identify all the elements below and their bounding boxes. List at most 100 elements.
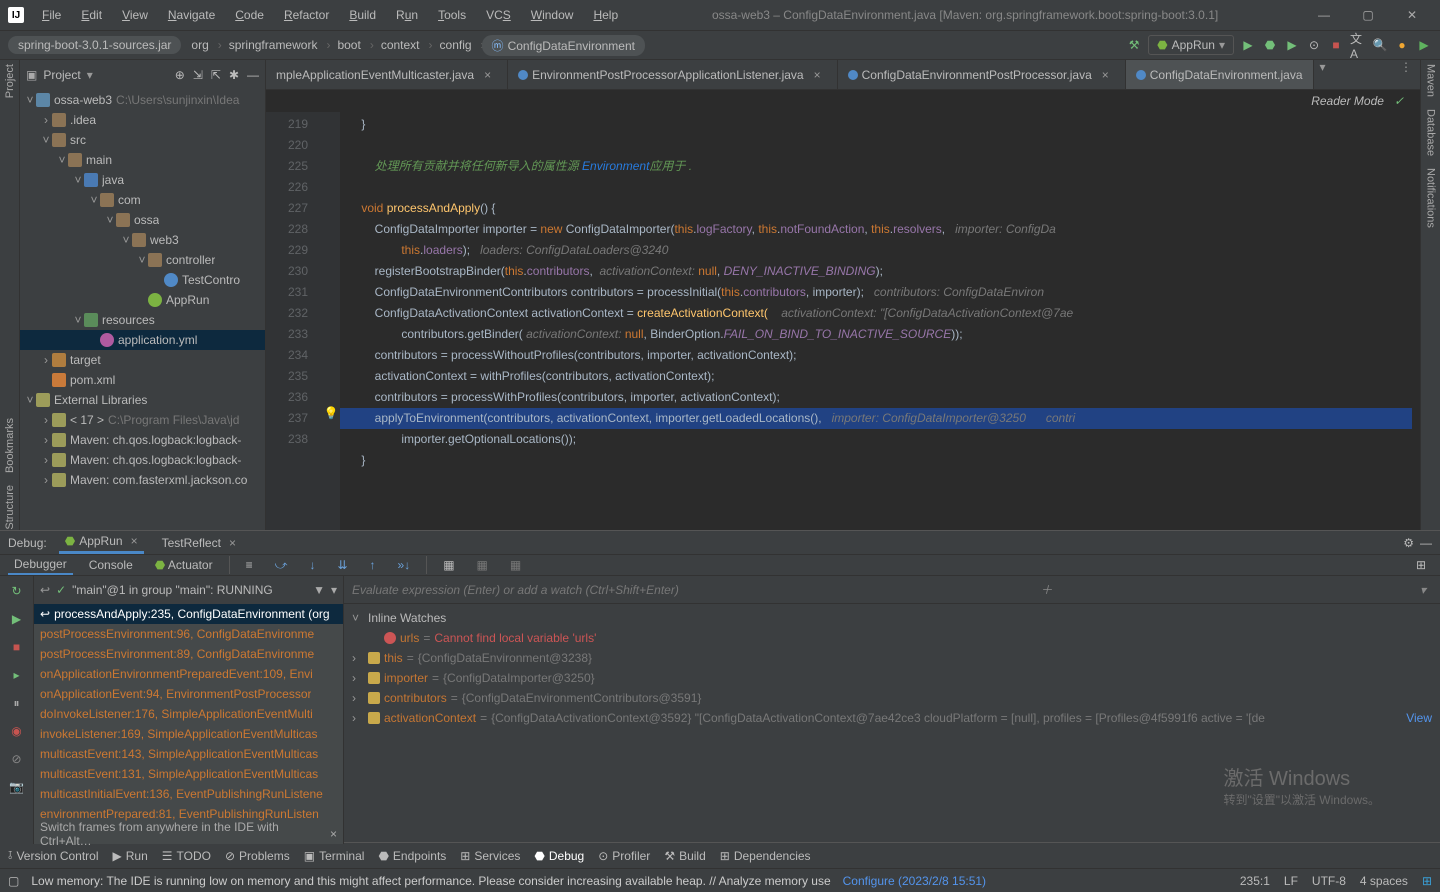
tree-resources[interactable]: ˅resources	[20, 310, 265, 330]
filter-icon[interactable]: ▼	[313, 583, 325, 597]
debug-icon[interactable]: ⬣	[1262, 37, 1278, 53]
menu-build[interactable]: Build	[341, 4, 384, 26]
camera-icon[interactable]: 📷	[8, 778, 26, 796]
ai-icon[interactable]: ●	[1394, 37, 1410, 53]
run-config-select[interactable]: ⬣AppRun▾	[1148, 35, 1234, 55]
chevron-down-icon[interactable]: ▾	[1414, 583, 1432, 597]
breadcrumb-config[interactable]: config	[430, 36, 482, 54]
tree-controller[interactable]: ˅controller	[20, 250, 265, 270]
stop-icon[interactable]: ■	[1328, 37, 1344, 53]
var-urls[interactable]: urls = Cannot find local variable 'urls'	[352, 628, 1432, 648]
stop-icon[interactable]: ■	[8, 638, 26, 656]
frame-row[interactable]: multicastEvent:143, SimpleApplicationEve…	[34, 744, 343, 764]
evaluate-input[interactable]: Evaluate expression (Enter) or add a wat…	[344, 576, 1440, 604]
tree-idea[interactable]: ›.idea	[20, 110, 265, 130]
project-title[interactable]: Project	[43, 68, 80, 82]
run-icon[interactable]: ▶	[1240, 37, 1256, 53]
rerun-icon[interactable]: ↻	[8, 582, 26, 600]
var-activation-context[interactable]: › activationContext = {ConfigDataActivat…	[352, 708, 1432, 728]
tree-main[interactable]: ˅main	[20, 150, 265, 170]
thread-label[interactable]: "main"@1 in group "main": RUNNING	[72, 583, 307, 597]
close-icon[interactable]: ×	[808, 68, 827, 82]
tree-apprun[interactable]: AppRun	[20, 290, 265, 310]
maximize-button[interactable]: ▢	[1348, 0, 1388, 30]
frame-row[interactable]: onApplicationEvent:94, EnvironmentPostPr…	[34, 684, 343, 704]
var-contributors[interactable]: › contributors = {ConfigDataEnvironmentC…	[352, 688, 1432, 708]
view-breakpoints-icon[interactable]: ◉	[8, 722, 26, 740]
close-icon[interactable]: ×	[478, 68, 497, 82]
layout-icon[interactable]: ⊞	[1410, 556, 1432, 574]
tree-m3[interactable]: ›Maven: com.fasterxml.jackson.co	[20, 470, 265, 490]
tree-jdk[interactable]: ›< 17 >C:\Program Files\Java\jd	[20, 410, 265, 430]
breadcrumb-class[interactable]: ⓜConfigDataEnvironment	[482, 35, 645, 56]
tool-bookmarks[interactable]: Bookmarks	[4, 418, 16, 473]
tree-root[interactable]: ˅ossa-web3C:\Users\sunjinxin\Idea	[20, 90, 265, 110]
minimize-icon[interactable]: —	[1420, 536, 1432, 550]
menu-help[interactable]: Help	[585, 4, 626, 26]
reader-mode-toggle[interactable]: Reader Mode	[1311, 94, 1384, 108]
build-icon[interactable]: ⚒	[1126, 37, 1142, 53]
tree-java[interactable]: ˅java	[20, 170, 265, 190]
tree-target[interactable]: ›target	[20, 350, 265, 370]
tab-3[interactable]: ConfigDataEnvironment.java	[1126, 60, 1314, 89]
tree-appyml[interactable]: application.yml	[20, 330, 265, 350]
tree-m2[interactable]: ›Maven: ch.qos.logback:logback-	[20, 450, 265, 470]
close-button[interactable]: ✕	[1392, 0, 1432, 30]
tree-extlib[interactable]: ˅External Libraries	[20, 390, 265, 410]
debug-tab-apprun[interactable]: ⬣AppRun×	[59, 531, 144, 554]
minimize-button[interactable]: —	[1304, 0, 1344, 30]
evaluate-icon[interactable]: ▦	[437, 556, 460, 574]
frame-row[interactable]: multicastEvent:131, SimpleApplicationEve…	[34, 764, 343, 784]
bb-run[interactable]: ▶ Run	[113, 849, 148, 863]
menu-run[interactable]: Run	[388, 4, 426, 26]
tab-console[interactable]: Console	[83, 556, 139, 574]
view-link[interactable]: View	[1406, 711, 1432, 725]
translate-icon[interactable]: 文A	[1350, 37, 1366, 53]
bb-terminal[interactable]: ▣ Terminal	[304, 849, 365, 863]
menu-code[interactable]: Code	[227, 4, 272, 26]
tool-project[interactable]: Project	[4, 64, 16, 98]
close-icon[interactable]: ×	[1096, 68, 1115, 82]
breadcrumb-spring[interactable]: springframework	[219, 36, 328, 54]
bb-services[interactable]: ⊞ Services	[460, 849, 520, 863]
menu-file[interactable]: File	[34, 4, 69, 26]
more-icon[interactable]: ⋮	[1392, 60, 1420, 89]
frame-row[interactable]: onApplicationEnvironmentPreparedEvent:10…	[34, 664, 343, 684]
breadcrumb-boot[interactable]: boot	[327, 36, 370, 54]
step-into-icon[interactable]: ↓	[303, 556, 321, 574]
debug-tab-testreflect[interactable]: TestReflect×	[156, 533, 242, 553]
code-area[interactable]: 219 220 225 226 227 228 229 230 231 232 …	[266, 112, 1420, 530]
frame-row[interactable]: invokeListener:169, SimpleApplicationEve…	[34, 724, 343, 744]
code-text[interactable]: } 处理所有贡献并将任何新导入的属性源 Environment应用于 . voi…	[340, 112, 1420, 530]
tree-pom[interactable]: pom.xml	[20, 370, 265, 390]
modify-run-icon[interactable]: ▶	[8, 610, 26, 628]
tool-database[interactable]: Database	[1425, 109, 1437, 156]
frame-row[interactable]: doInvokeListener:176, SimpleApplicationE…	[34, 704, 343, 724]
tree-web3[interactable]: ˅web3	[20, 230, 265, 250]
chevron-down-icon[interactable]: ▾	[331, 583, 337, 597]
bb-todo[interactable]: ☰ TODO	[162, 849, 211, 863]
frames-list[interactable]: ↩processAndApply:235, ConfigDataEnvironm…	[34, 604, 343, 824]
pause-icon[interactable]: ⏸	[8, 694, 26, 712]
tree-m1[interactable]: ›Maven: ch.qos.logback:logback-	[20, 430, 265, 450]
history-icon[interactable]: ↩	[40, 583, 50, 597]
hide-icon[interactable]: —	[247, 68, 259, 82]
configure-link[interactable]: Configure (2023/2/8 15:51)	[843, 874, 986, 888]
tree-ossa[interactable]: ˅ossa	[20, 210, 265, 230]
bb-profiler[interactable]: ⊙ Profiler	[598, 849, 650, 863]
tree-testctrl[interactable]: TestContro	[20, 270, 265, 290]
menu-vcs[interactable]: VCS	[478, 4, 519, 26]
tab-2[interactable]: ConfigDataEnvironmentPostProcessor.java×	[838, 60, 1126, 89]
collapse-icon[interactable]: ⇱	[211, 68, 221, 82]
chevron-down-icon[interactable]: ▾	[1314, 60, 1332, 89]
coverage-icon[interactable]: ▶	[1284, 37, 1300, 53]
tab-debugger[interactable]: Debugger	[8, 555, 73, 575]
tool-maven[interactable]: Maven	[1425, 64, 1437, 97]
locate-icon[interactable]: ⊕	[175, 68, 185, 82]
bb-build[interactable]: ⚒ Build	[664, 849, 705, 863]
bb-dependencies[interactable]: ⊞ Dependencies	[720, 849, 811, 863]
tree-src[interactable]: ˅src	[20, 130, 265, 150]
status-encoding[interactable]: UTF-8	[1312, 874, 1346, 888]
force-step-icon[interactable]: ⇊	[331, 556, 353, 574]
tool-structure[interactable]: Structure	[4, 485, 16, 530]
